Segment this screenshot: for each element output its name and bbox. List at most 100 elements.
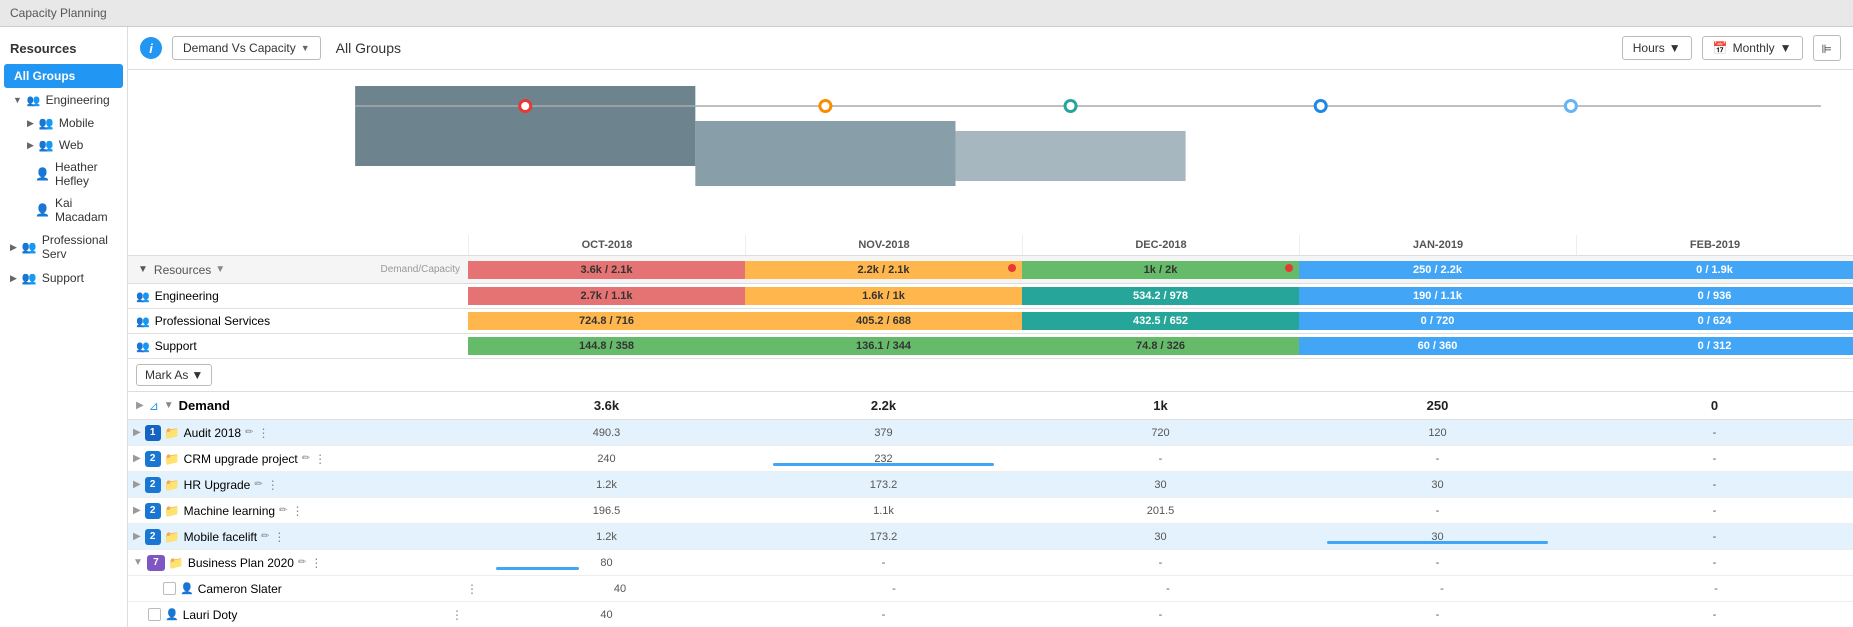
cameron-more-icon[interactable]: ⋮ — [466, 582, 478, 596]
sidebar-label-kai: Kai Macadam — [55, 196, 117, 224]
lauri-checkbox[interactable] — [148, 608, 161, 621]
lauri-label: 👤 Lauri Doty ⋮ — [128, 608, 468, 622]
header-cell-dec: 1k / 2k — [1022, 261, 1299, 279]
support-oct: 144.8 / 358 — [468, 337, 745, 355]
crm-nov: 232 — [745, 451, 1022, 467]
professional-row-label: 👥 Professional Services — [128, 314, 468, 328]
cameron-oct: 40 — [483, 581, 757, 597]
timeline-nov: NOV-2018 — [745, 235, 1022, 255]
mf-dec: 30 — [1022, 529, 1299, 545]
lauri-more-icon[interactable]: ⋮ — [451, 608, 463, 622]
mf-badge: 2 — [145, 529, 161, 545]
calendar-icon: 📅 — [1713, 41, 1728, 55]
mark-as-button[interactable]: Mark As ▼ — [136, 364, 212, 386]
monthly-dropdown[interactable]: 📅 Monthly ▼ — [1702, 36, 1803, 60]
chevron-down-icon: ▼ — [13, 95, 22, 105]
audit-2018-chevron[interactable]: ▶ — [133, 427, 141, 438]
ml-feb: - — [1576, 503, 1853, 519]
demand-row-crm: ▶ 2 📁 CRM upgrade project ✏ ⋮ 240 232 - — [128, 446, 1853, 472]
bp-chevron[interactable]: ▼ — [133, 557, 143, 568]
support-dec: 74.8 / 326 — [1022, 337, 1299, 355]
dropdown-arrow-icon: ▼ — [301, 43, 310, 53]
lauri-oct: 40 — [468, 607, 745, 623]
sidebar-label-mobile: Mobile — [59, 116, 94, 130]
sidebar-item-kai[interactable]: 👤 Kai Macadam — [5, 192, 127, 228]
collapse-resources-button[interactable]: ▼ — [136, 264, 150, 275]
crm-edit-icon[interactable]: ✏ — [302, 453, 310, 464]
mf-folder-icon: 📁 — [165, 530, 180, 544]
sidebar-item-heather[interactable]: 👤 Heather Hefley — [5, 156, 127, 192]
demand-row-lauri: 👤 Lauri Doty ⋮ 40 - - - - — [128, 602, 1853, 627]
hr-edit-icon[interactable]: ✏ — [254, 479, 262, 490]
mark-as-label: Mark As — [145, 368, 188, 382]
ml-badge: 2 — [145, 503, 161, 519]
sidebar-item-all-groups[interactable]: All Groups — [4, 64, 123, 88]
demand-vs-capacity-label: Demand Vs Capacity — [183, 41, 296, 55]
filter-button[interactable]: ⊫ — [1813, 35, 1841, 61]
sidebar-label-engineering: Engineering — [46, 93, 110, 107]
crm-more-icon[interactable]: ⋮ — [314, 452, 326, 466]
hr-chevron[interactable]: ▶ — [133, 479, 141, 490]
ml-oct: 196.5 — [468, 503, 745, 519]
hr-jan: 30 — [1299, 477, 1576, 493]
timeline-dec: DEC-2018 — [1022, 235, 1299, 255]
timeline-header: OCT-2018 NOV-2018 DEC-2018 JAN-2019 FEB-… — [128, 235, 1853, 256]
audit-2018-name: Audit 2018 — [184, 426, 241, 440]
crm-dec: - — [1022, 451, 1299, 467]
demand-feb-total: 0 — [1576, 396, 1853, 415]
bp-nov: - — [745, 555, 1022, 571]
person-icon-heather: 👤 — [35, 167, 50, 181]
audit-2018-more-icon[interactable]: ⋮ — [257, 426, 269, 440]
audit-2018-feb: - — [1576, 425, 1853, 441]
sidebar-item-web[interactable]: ▶ 👥 Web — [5, 134, 127, 156]
hr-more-icon[interactable]: ⋮ — [267, 478, 279, 492]
capacity-grid: ▼ Resources ▼ Demand/Capacity 3.6k / 2.1… — [128, 256, 1853, 627]
cameron-nov: - — [757, 581, 1031, 597]
ml-more-icon[interactable]: ⋮ — [291, 504, 303, 518]
mark-as-row: Mark As ▼ — [128, 359, 1853, 392]
mf-oct: 1.2k — [468, 529, 745, 545]
hr-name: HR Upgrade — [184, 478, 251, 492]
monthly-label: Monthly — [1733, 41, 1775, 55]
sidebar-item-professional[interactable]: ▶ 👥 Professional Serv — [0, 228, 127, 266]
group-label: All Groups — [336, 40, 401, 56]
audit-2018-oct: 490.3 — [468, 425, 745, 441]
demand-label: Demand — [179, 398, 230, 413]
sidebar-item-engineering[interactable]: ▼ 👥 Engineering — [5, 88, 127, 112]
ml-edit-icon[interactable]: ✏ — [279, 505, 287, 516]
info-button[interactable]: i — [140, 37, 162, 59]
lauri-dec: - — [1022, 607, 1299, 623]
mf-more-icon[interactable]: ⋮ — [273, 530, 285, 544]
capacity-row-support: 👥 Support 144.8 / 358 136.1 / 344 74.8 /… — [128, 334, 1853, 359]
hours-arrow-icon: ▼ — [1669, 41, 1681, 55]
hr-badge: 2 — [145, 477, 161, 493]
mf-edit-icon[interactable]: ✏ — [261, 531, 269, 542]
demand-row-business-plan: ▼ 7 📁 Business Plan 2020 ✏ ⋮ 80 - - - — [128, 550, 1853, 576]
cameron-checkbox[interactable] — [163, 582, 176, 595]
cameron-name: Cameron Slater — [198, 582, 282, 596]
ml-jan: - — [1299, 503, 1576, 519]
hr-dec: 30 — [1022, 477, 1299, 493]
demand-vs-capacity-dropdown[interactable]: Demand Vs Capacity ▼ — [172, 36, 321, 60]
crm-oct: 240 — [468, 451, 745, 467]
crm-jan: - — [1299, 451, 1576, 467]
sidebar-group-engineering: ▼ 👥 Engineering ▶ 👥 Mobile ▶ 👥 Web 👤 Hea… — [0, 88, 127, 228]
prof-dec: 432.5 / 652 — [1022, 312, 1299, 330]
chevron-right-demand: ▶ — [136, 400, 144, 411]
bp-edit-icon[interactable]: ✏ — [298, 557, 306, 568]
lauri-feb: - — [1576, 607, 1853, 623]
sidebar-item-support[interactable]: ▶ 👥 Support — [0, 266, 127, 290]
prof-nov: 405.2 / 688 — [745, 312, 1022, 330]
ml-chevron[interactable]: ▶ — [133, 505, 141, 516]
crm-chevron[interactable]: ▶ — [133, 453, 141, 464]
lauri-name: Lauri Doty — [183, 608, 238, 622]
professional-group-icon: 👥 — [136, 315, 150, 328]
crm-name: CRM upgrade project — [184, 452, 298, 466]
bp-more-icon[interactable]: ⋮ — [310, 556, 322, 570]
header-cell-jan: 250 / 2.2k — [1299, 261, 1576, 279]
sidebar-item-mobile[interactable]: ▶ 👥 Mobile — [5, 112, 127, 134]
mf-chevron[interactable]: ▶ — [133, 531, 141, 542]
audit-2018-edit-icon[interactable]: ✏ — [245, 427, 253, 438]
filter-funnel-icon: ⊿ — [149, 399, 159, 413]
hours-dropdown[interactable]: Hours ▼ — [1622, 36, 1692, 60]
